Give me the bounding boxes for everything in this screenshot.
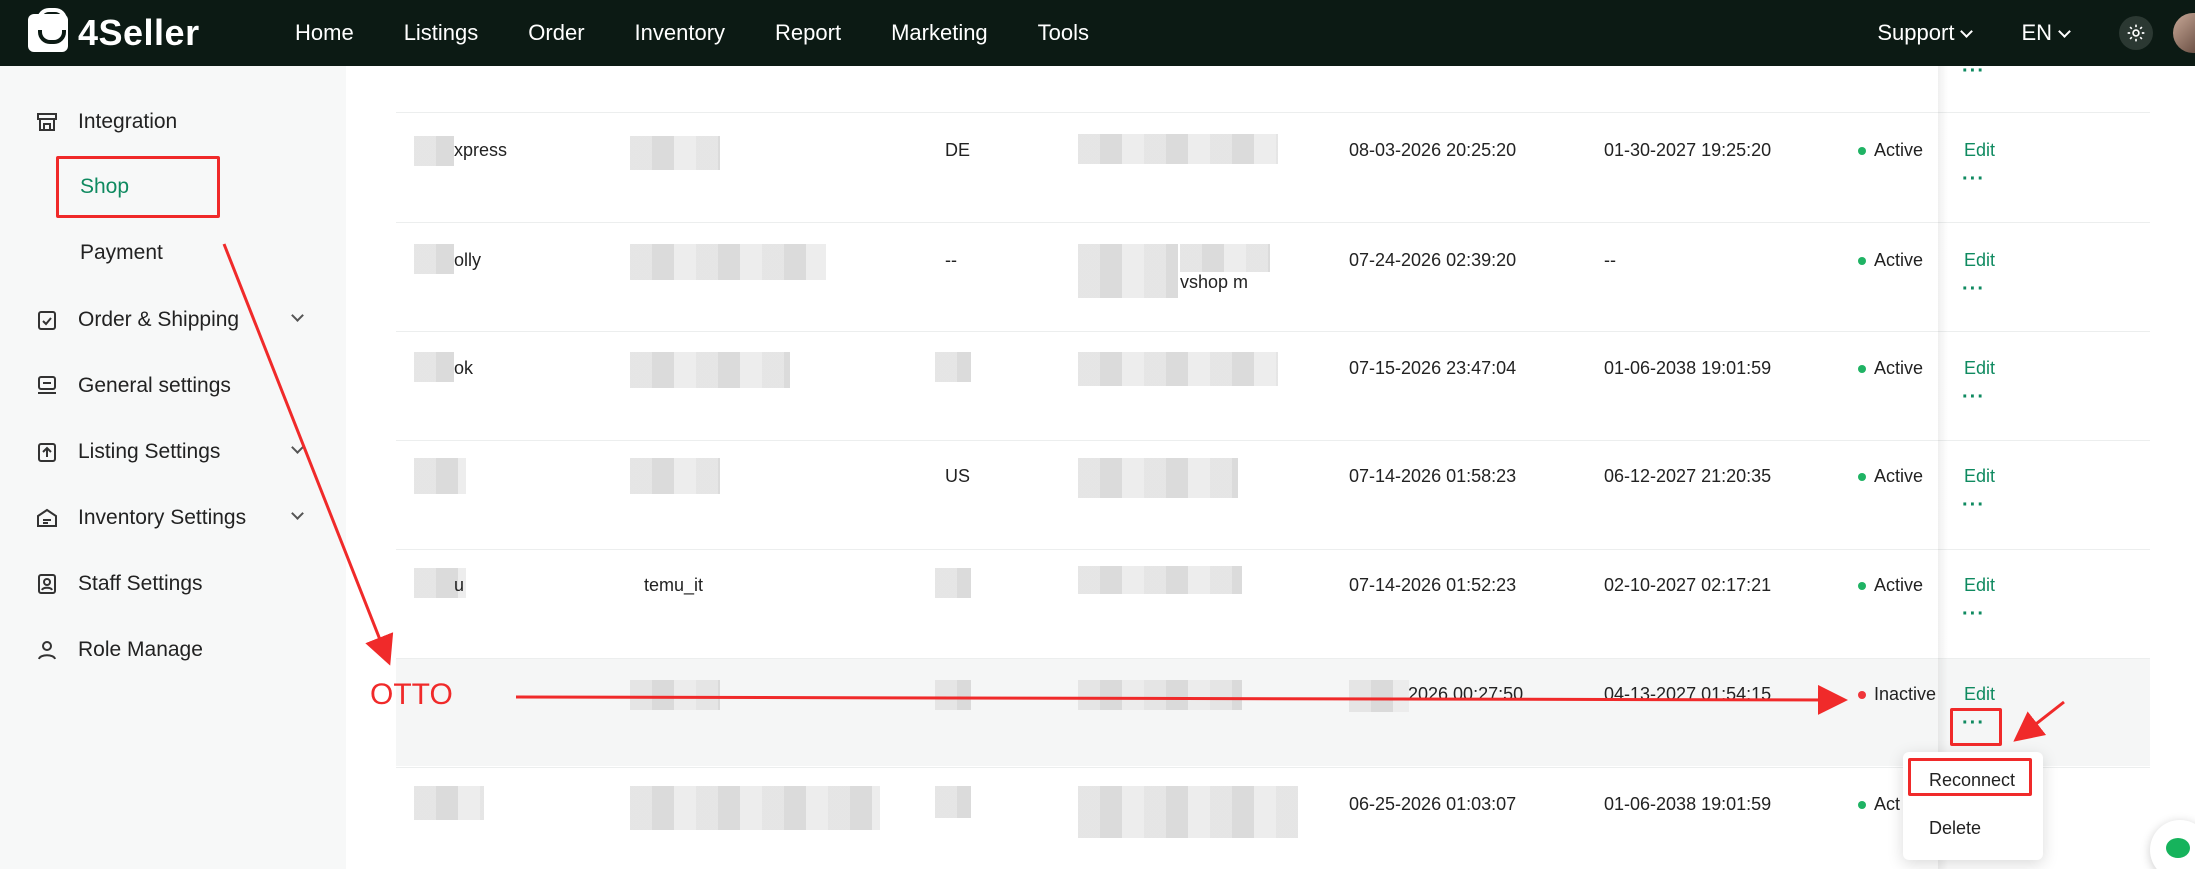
- annotation-arrows: [222, 243, 2065, 742]
- chat-icon: [2166, 838, 2190, 858]
